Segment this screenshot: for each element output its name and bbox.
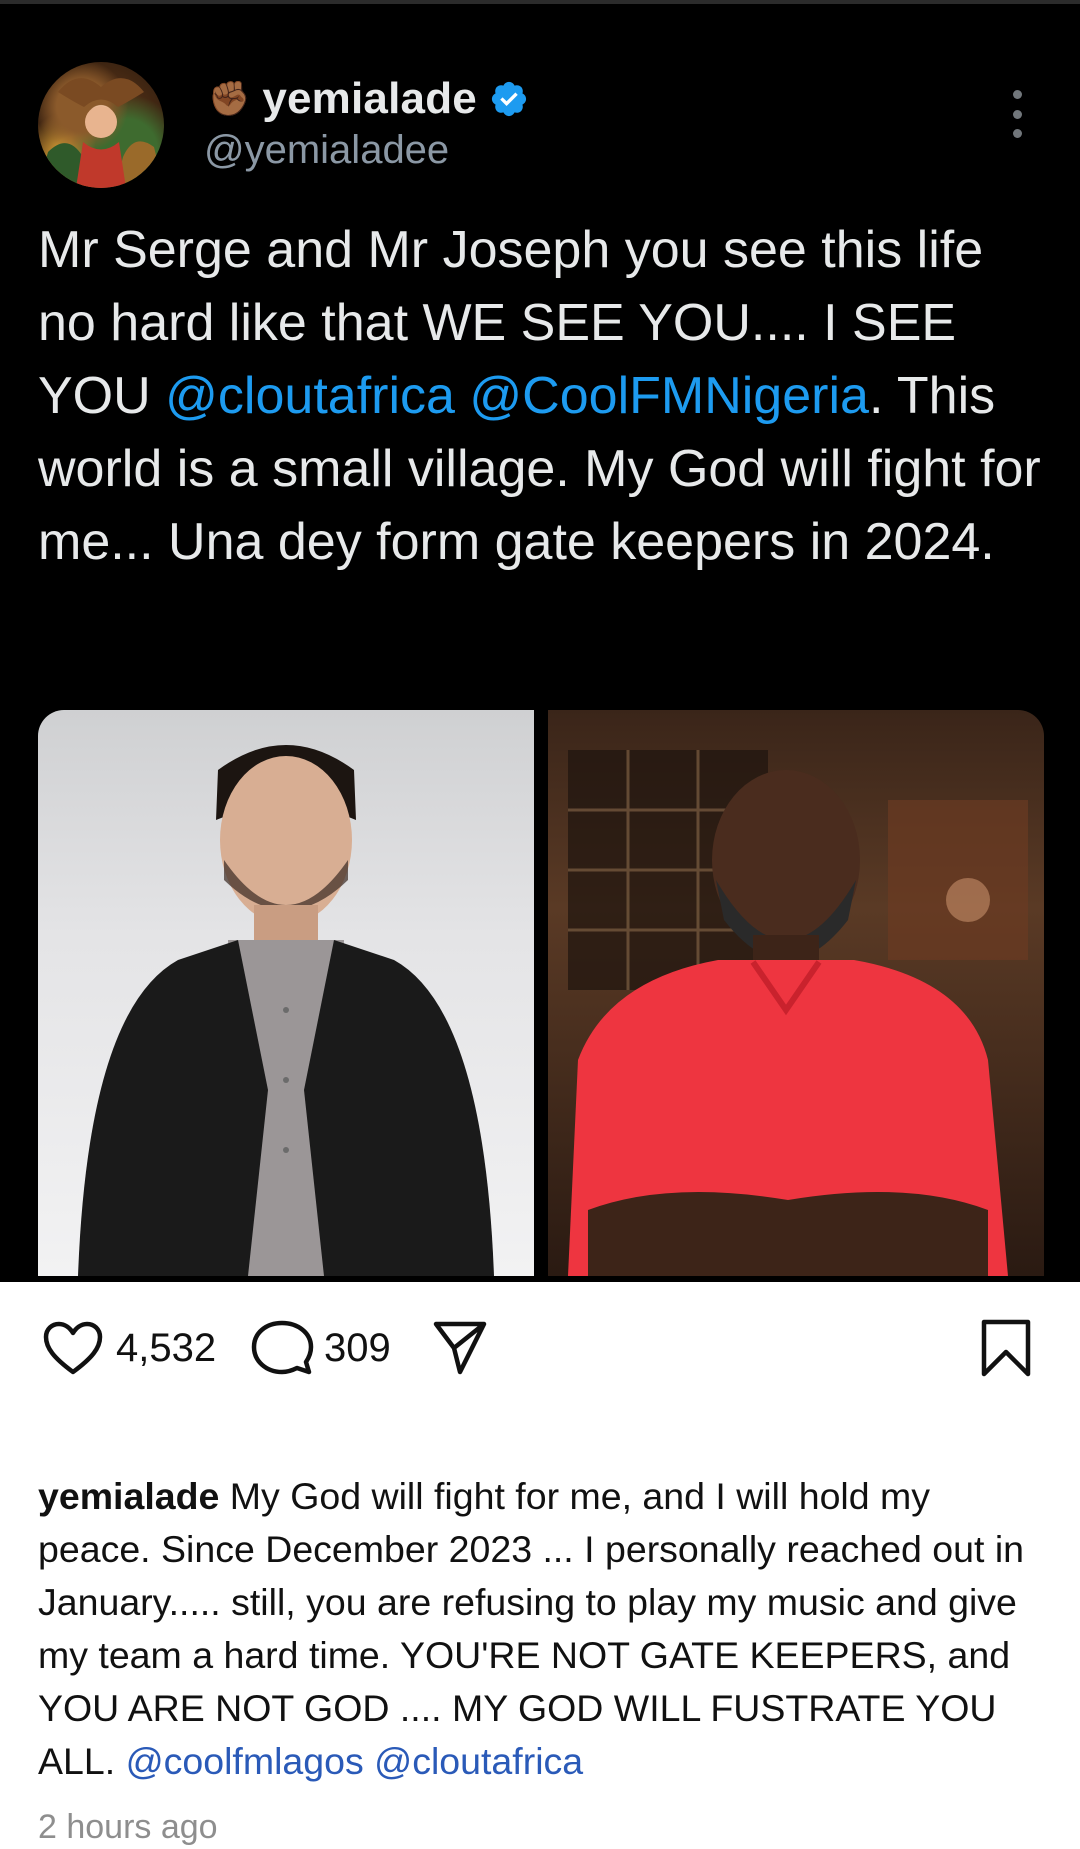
dot bbox=[1012, 129, 1022, 138]
verified-badge-icon bbox=[491, 81, 527, 117]
dot bbox=[1012, 90, 1022, 99]
heart-icon[interactable] bbox=[42, 1320, 104, 1376]
mention-link[interactable]: @cloutafrica bbox=[165, 367, 455, 425]
tweet-screenshot: ✊🏾 yemialade @yemialadee Mr Serge and Mr… bbox=[0, 0, 1080, 1282]
user-handle[interactable]: @yemialadee bbox=[204, 128, 449, 173]
post-timestamp: 2 hours ago bbox=[38, 1808, 218, 1846]
more-options-icon[interactable] bbox=[1002, 90, 1032, 138]
display-name[interactable]: yemialade bbox=[262, 74, 477, 124]
caption-mention[interactable]: @coolfmlagos bbox=[126, 1740, 364, 1782]
caption-username[interactable]: yemialade bbox=[38, 1475, 219, 1517]
caption-mention[interactable]: @cloutafrica bbox=[374, 1740, 583, 1782]
raised-fist-icon: ✊🏾 bbox=[208, 80, 251, 118]
like-count[interactable]: 4,532 bbox=[116, 1326, 216, 1371]
bookmark-icon[interactable] bbox=[980, 1318, 1032, 1378]
comment-icon[interactable] bbox=[250, 1318, 314, 1378]
man-in-suit-illustration bbox=[78, 745, 494, 1276]
tweet-text: Mr Serge and Mr Joseph you see this life… bbox=[38, 214, 1048, 579]
photo-man-in-suit[interactable] bbox=[38, 710, 534, 1276]
post-caption: yemialade My God will fight for me, and … bbox=[38, 1470, 1048, 1788]
caption-text: My God will fight for me, and I will hol… bbox=[38, 1475, 1025, 1782]
post-action-bar: 4,532 309 bbox=[0, 1282, 1080, 1412]
man-in-red-shirt-illustration bbox=[568, 750, 1028, 1276]
comment-count[interactable]: 309 bbox=[324, 1326, 391, 1371]
avatar-art-icon bbox=[38, 78, 164, 188]
post-view: ✊🏾 yemialade @yemialadee Mr Serge and Mr… bbox=[0, 0, 1080, 1849]
photo-man-in-red-shirt[interactable] bbox=[548, 710, 1044, 1276]
dot bbox=[1012, 109, 1022, 119]
mention-link[interactable]: @CoolFMNigeria bbox=[469, 367, 869, 425]
name-row[interactable]: ✊🏾 yemialade bbox=[208, 72, 529, 126]
avatar[interactable] bbox=[38, 62, 164, 188]
share-icon[interactable] bbox=[432, 1318, 488, 1376]
